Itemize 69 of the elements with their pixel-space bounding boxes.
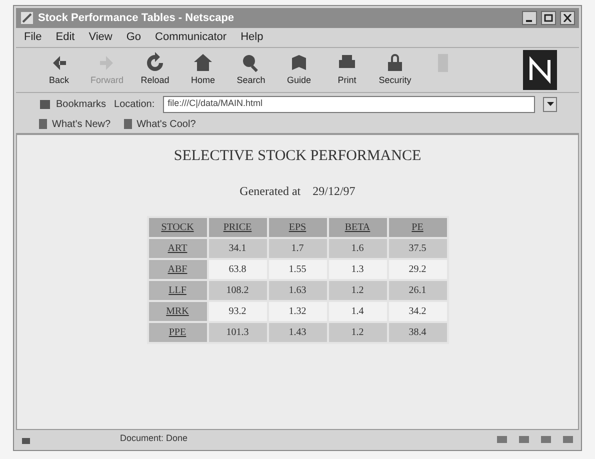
table-cell: 1.7 <box>268 238 326 258</box>
table-cell: 37.5 <box>388 238 446 258</box>
generated-label: Generated at <box>240 182 301 200</box>
page-icon <box>38 118 48 130</box>
column-header[interactable]: BETA <box>328 218 386 236</box>
toolbar-button[interactable]: Guide <box>278 52 320 88</box>
table-cell: 101.3 <box>208 322 266 342</box>
table-cell: 108.2 <box>208 280 266 300</box>
window-title: Stock Performance Tables - Netscape <box>38 10 236 26</box>
location-label: Location: <box>114 98 155 112</box>
menu-item[interactable]: Go <box>126 29 142 46</box>
table-cell: 34.1 <box>208 238 266 258</box>
tray-icon[interactable] <box>539 433 553 445</box>
maximize-button[interactable] <box>541 11 556 25</box>
menu-item[interactable]: Communicator <box>155 29 227 46</box>
close-button[interactable] <box>560 11 575 25</box>
menu-item[interactable]: Edit <box>56 29 75 46</box>
toolbar-button[interactable]: Print <box>326 52 368 88</box>
column-header[interactable]: EPS <box>268 218 326 236</box>
column-header[interactable]: PE <box>388 218 446 236</box>
bookmark-icon <box>38 98 52 110</box>
table-cell: 1.63 <box>268 280 326 300</box>
maximize-icon <box>544 14 553 22</box>
toolbar-button[interactable]: Reload <box>134 52 176 88</box>
minimize-button[interactable] <box>522 11 537 25</box>
menu-item[interactable]: View <box>88 29 112 46</box>
stock-link[interactable]: MRK <box>148 302 206 320</box>
page-icon <box>122 118 133 130</box>
table-cell: 63.8 <box>208 260 266 278</box>
toolbar-button[interactable]: Security <box>374 52 416 88</box>
table-cell: 1.43 <box>268 322 326 342</box>
table-cell: 1.4 <box>328 302 386 320</box>
personal-bar-link[interactable]: What's Cool? <box>122 116 196 132</box>
table-cell: 1.3 <box>328 260 386 278</box>
close-icon <box>563 14 572 22</box>
tray-icon[interactable] <box>517 433 531 445</box>
netscape-logo <box>523 50 557 90</box>
page-heading: SELECTIVE STOCK PERFORMANCE <box>174 147 422 166</box>
app-icon <box>20 11 34 25</box>
column-header[interactable]: PRICE <box>208 218 266 236</box>
generated-date: 29/12/97 <box>312 182 356 200</box>
menu-item[interactable]: Help <box>240 29 264 46</box>
table-cell: 38.4 <box>388 322 446 342</box>
table-cell: 1.55 <box>268 260 326 278</box>
table-cell: 26.1 <box>388 280 446 300</box>
table-cell: 1.6 <box>328 238 386 258</box>
stock-link[interactable]: ABF <box>148 260 206 278</box>
table-cell: 29.2 <box>388 260 446 278</box>
table-cell: 1.2 <box>328 322 386 342</box>
toolbar-button[interactable]: Home <box>182 52 224 88</box>
location-field[interactable]: file:///C|/data/MAIN.html <box>162 96 535 112</box>
dropdown-button[interactable] <box>543 96 557 112</box>
toolbar-button[interactable]: Back <box>38 52 80 88</box>
toolbar-button[interactable]: Search <box>230 52 272 88</box>
menu-item[interactable]: File <box>24 29 42 46</box>
caret-icon <box>546 102 554 106</box>
bookmarks-button[interactable]: Bookmarks <box>38 96 106 112</box>
table-cell: 1.2 <box>328 280 386 300</box>
stock-link[interactable]: PPE <box>148 322 206 342</box>
stock-link[interactable]: ART <box>148 238 206 258</box>
status-text: Document: Done <box>120 432 189 446</box>
table-cell: 1.32 <box>268 302 326 320</box>
stock-link[interactable]: LLF <box>148 280 206 300</box>
tray-icon[interactable] <box>561 433 575 445</box>
table-cell: 34.2 <box>388 302 446 320</box>
column-header[interactable]: STOCK <box>148 218 206 236</box>
table-cell: 93.2 <box>208 302 266 320</box>
personal-bar-link[interactable]: What's New? <box>38 116 111 132</box>
tray-icon[interactable] <box>495 433 509 445</box>
